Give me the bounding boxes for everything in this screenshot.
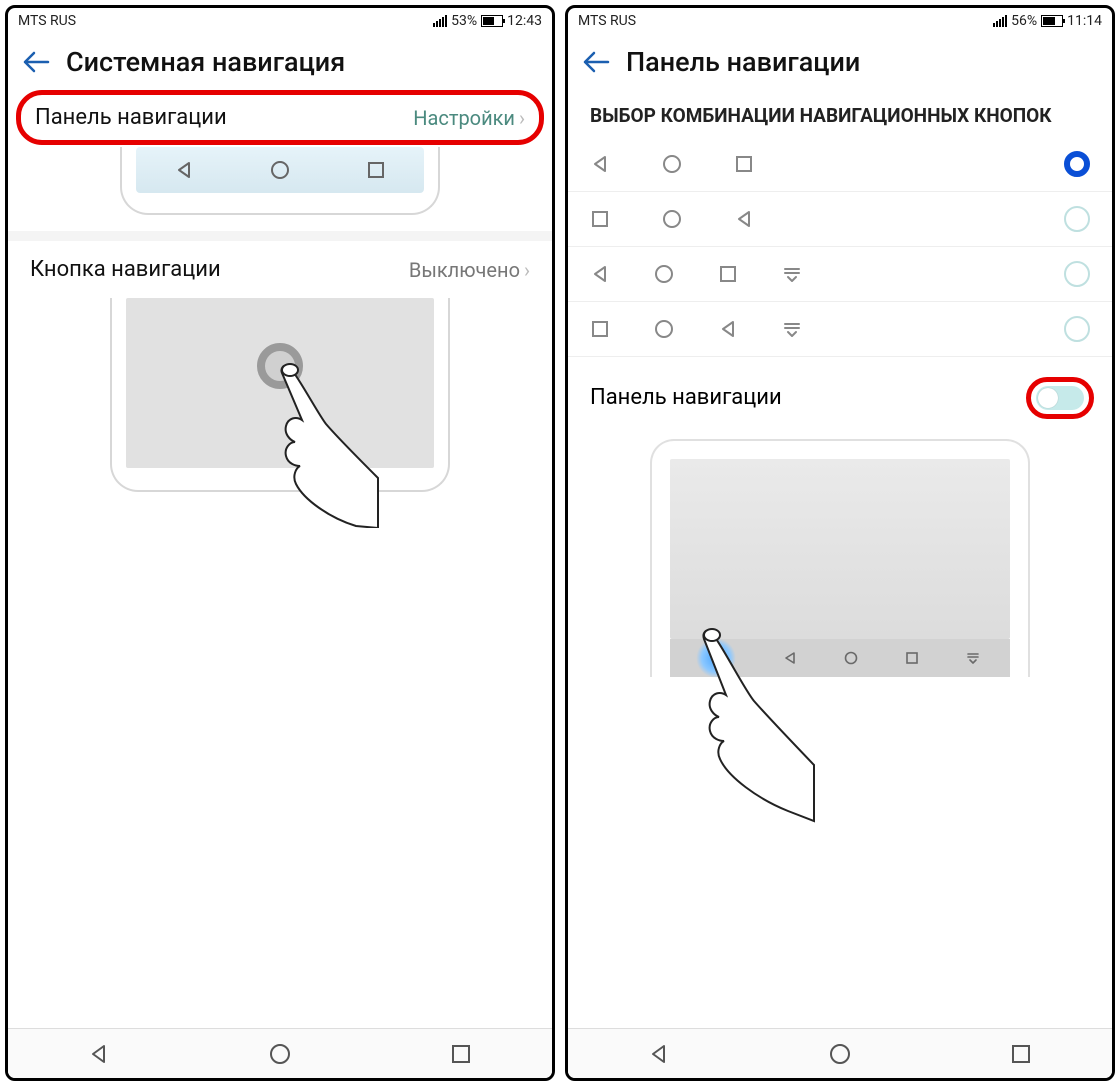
home-circle-icon: [662, 209, 682, 229]
recent-square-icon: [590, 319, 610, 339]
home-circle-icon[interactable]: [269, 1043, 291, 1065]
radio-unselected-icon[interactable]: [1064, 206, 1090, 232]
home-circle-icon: [844, 651, 858, 665]
header: Панель навигации: [568, 34, 1112, 88]
recent-square-icon[interactable]: [450, 1043, 472, 1065]
status-bar: MTS RUS 53% 12:43: [8, 8, 552, 34]
page-title: Системная навигация: [66, 46, 345, 78]
signal-icon: [993, 15, 1009, 27]
back-triangle-icon: [590, 154, 610, 174]
carrier-label: MTS RUS: [578, 13, 636, 29]
toggle-highlight: [1026, 377, 1094, 419]
row-value: Выключено ›: [409, 258, 530, 282]
signal-icon: [433, 15, 449, 27]
status-right: 56% 11:14: [993, 13, 1102, 29]
back-triangle-icon: [174, 160, 194, 180]
back-arrow-icon[interactable]: [22, 50, 50, 74]
divider: [8, 231, 552, 241]
radio-unselected-icon[interactable]: [1064, 261, 1090, 287]
phone-right: MTS RUS 56% 11:14 Панель навигации ВЫБОР…: [565, 5, 1115, 1081]
header: Системная навигация: [8, 34, 552, 88]
home-circle-icon: [654, 319, 674, 339]
content: Панель навигации Настройки › Кнопка нави…: [8, 88, 552, 1078]
radio-unselected-icon[interactable]: [1064, 316, 1090, 342]
system-nav-bar: [568, 1028, 1112, 1078]
toggle-knob-icon: [1038, 388, 1058, 408]
section-title: ВЫБОР КОМБИНАЦИИ НАВИГАЦИОННЫХ КНОПОК: [568, 88, 1112, 137]
combo-option-4[interactable]: [568, 302, 1112, 357]
clock: 11:14: [1067, 13, 1102, 29]
nav-panel-toggle-row: Панель навигации: [568, 357, 1112, 433]
radio-selected-icon[interactable]: [1064, 151, 1090, 177]
preview-touch: [8, 298, 552, 508]
nav-button-row[interactable]: Кнопка навигации Выключено ›: [8, 241, 552, 298]
recent-square-icon: [718, 264, 738, 284]
row-label: Кнопка навигации: [30, 257, 221, 282]
clock: 12:43: [507, 13, 542, 29]
back-triangle-icon[interactable]: [88, 1043, 110, 1065]
hand-icon: [686, 625, 816, 825]
preview-navbar: [8, 147, 552, 231]
back-arrow-icon[interactable]: [582, 50, 610, 74]
hand-icon: [260, 358, 380, 528]
back-triangle-icon: [590, 264, 610, 284]
chevron-right-icon: ›: [519, 106, 525, 130]
combo-option-3[interactable]: [568, 247, 1112, 302]
battery-pct: 53%: [451, 13, 477, 29]
preview-swipe: [568, 433, 1112, 677]
combo-option-2[interactable]: [568, 192, 1112, 247]
dropdown-icon: [782, 264, 802, 284]
recent-square-icon: [366, 160, 386, 180]
dropdown-icon: [966, 651, 980, 665]
battery-icon: [481, 15, 503, 27]
dropdown-icon: [782, 319, 802, 339]
carrier-label: MTS RUS: [18, 13, 76, 29]
home-circle-icon: [654, 264, 674, 284]
status-right: 53% 12:43: [433, 13, 542, 29]
row-value: Настройки ›: [413, 106, 525, 130]
back-triangle-icon: [718, 319, 738, 339]
nav-panel-row[interactable]: Панель навигации Настройки ›: [16, 90, 544, 145]
system-nav-bar: [8, 1028, 552, 1078]
phone-left: MTS RUS 53% 12:43 Системная навигация Па…: [5, 5, 555, 1081]
home-circle-icon[interactable]: [829, 1043, 851, 1065]
row-label: Панель навигации: [35, 105, 227, 130]
recent-square-icon: [734, 154, 754, 174]
status-bar: MTS RUS 56% 11:14: [568, 8, 1112, 34]
back-triangle-icon: [734, 209, 754, 229]
battery-pct: 56%: [1011, 13, 1037, 29]
toggle-label: Панель навигации: [590, 385, 782, 410]
page-title: Панель навигации: [626, 46, 860, 78]
recent-square-icon: [590, 209, 610, 229]
home-circle-icon: [270, 160, 290, 180]
combo-option-1[interactable]: [568, 137, 1112, 192]
chevron-right-icon: ›: [524, 258, 530, 282]
recent-square-icon: [905, 651, 919, 665]
recent-square-icon[interactable]: [1010, 1043, 1032, 1065]
battery-icon: [1041, 15, 1063, 27]
nav-panel-toggle[interactable]: [1036, 386, 1084, 410]
back-triangle-icon[interactable]: [648, 1043, 670, 1065]
home-circle-icon: [662, 154, 682, 174]
content: ВЫБОР КОМБИНАЦИИ НАВИГАЦИОННЫХ КНОПОК: [568, 88, 1112, 1078]
